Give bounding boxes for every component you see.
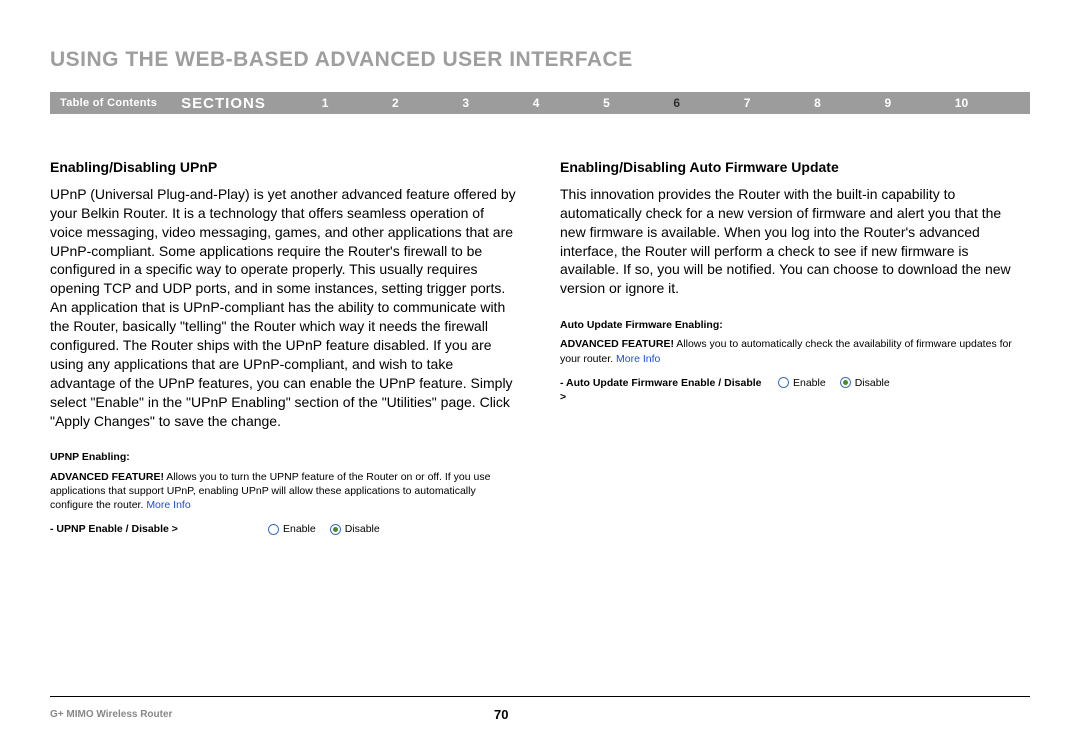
autofw-body: This innovation provides the Router with… <box>560 185 1030 298</box>
section-link-10[interactable]: 10 <box>955 96 968 110</box>
radio-icon <box>840 377 851 388</box>
upnp-body: UPnP (Universal Plug-and-Play) is yet an… <box>50 185 520 431</box>
upnp-disable-text: Disable <box>345 522 380 536</box>
footer-product: G+ MIMO Wireless Router <box>50 709 172 720</box>
upnp-more-info-link[interactable]: More Info <box>146 499 190 511</box>
upnp-ui-panel: UPNP Enabling: ADVANCED FEATURE! Allows … <box>50 450 520 536</box>
upnp-enable-text: Enable <box>283 522 316 536</box>
upnp-disable-radio[interactable]: Disable <box>330 522 380 536</box>
page-footer: G+ MIMO Wireless Router 70 <box>50 697 1030 722</box>
upnp-ui-title: UPNP Enabling: <box>50 450 520 464</box>
sections-label: SECTIONS <box>175 95 290 112</box>
autofw-more-info-link[interactable]: More Info <box>616 353 660 365</box>
radio-icon <box>268 524 279 535</box>
upnp-ui-desc: ADVANCED FEATURE! Allows you to turn the… <box>50 470 520 513</box>
autofw-advanced-feature-label: ADVANCED FEATURE! <box>560 338 674 350</box>
autofw-enable-text: Enable <box>793 376 826 390</box>
section-link-8[interactable]: 8 <box>814 96 821 110</box>
section-link-5[interactable]: 5 <box>603 96 610 110</box>
radio-icon <box>778 377 789 388</box>
radio-icon <box>330 524 341 535</box>
autofw-heading: Enabling/Disabling Auto Firmware Update <box>560 158 1030 177</box>
upnp-enable-radio[interactable]: Enable <box>268 522 316 536</box>
section-links: 1 2 3 4 5 6 7 8 9 10 <box>290 96 1030 110</box>
section-link-4[interactable]: 4 <box>533 96 540 110</box>
page-number: 70 <box>172 707 830 722</box>
autofw-enable-radio[interactable]: Enable <box>778 376 826 390</box>
toc-link[interactable]: Table of Contents <box>50 97 175 109</box>
section-link-9[interactable]: 9 <box>884 96 891 110</box>
right-column: Enabling/Disabling Auto Firmware Update … <box>560 158 1030 536</box>
section-link-3[interactable]: 3 <box>462 96 469 110</box>
autofw-ui-title: Auto Update Firmware Enabling: <box>560 318 1030 332</box>
upnp-heading: Enabling/Disabling UPnP <box>50 158 520 177</box>
autofw-ui-panel: Auto Update Firmware Enabling: ADVANCED … <box>560 318 1030 404</box>
section-link-1[interactable]: 1 <box>322 96 329 110</box>
left-column: Enabling/Disabling UPnP UPnP (Universal … <box>50 158 520 536</box>
section-link-2[interactable]: 2 <box>392 96 399 110</box>
upnp-advanced-feature-label: ADVANCED FEATURE! <box>50 471 164 483</box>
page-title: USING THE WEB-BASED ADVANCED USER INTERF… <box>50 48 1030 72</box>
autofw-disable-radio[interactable]: Disable <box>840 376 890 390</box>
autofw-option-label: - Auto Update Firmware Enable / Disable … <box>560 376 770 404</box>
section-navbar: Table of Contents SECTIONS 1 2 3 4 5 6 7 8 9 10 <box>50 92 1030 114</box>
section-link-6[interactable]: 6 <box>673 96 680 110</box>
section-link-7[interactable]: 7 <box>744 96 751 110</box>
autofw-ui-desc: ADVANCED FEATURE! Allows you to automati… <box>560 337 1030 365</box>
upnp-option-label: - UPNP Enable / Disable > <box>50 522 260 536</box>
autofw-disable-text: Disable <box>855 376 890 390</box>
